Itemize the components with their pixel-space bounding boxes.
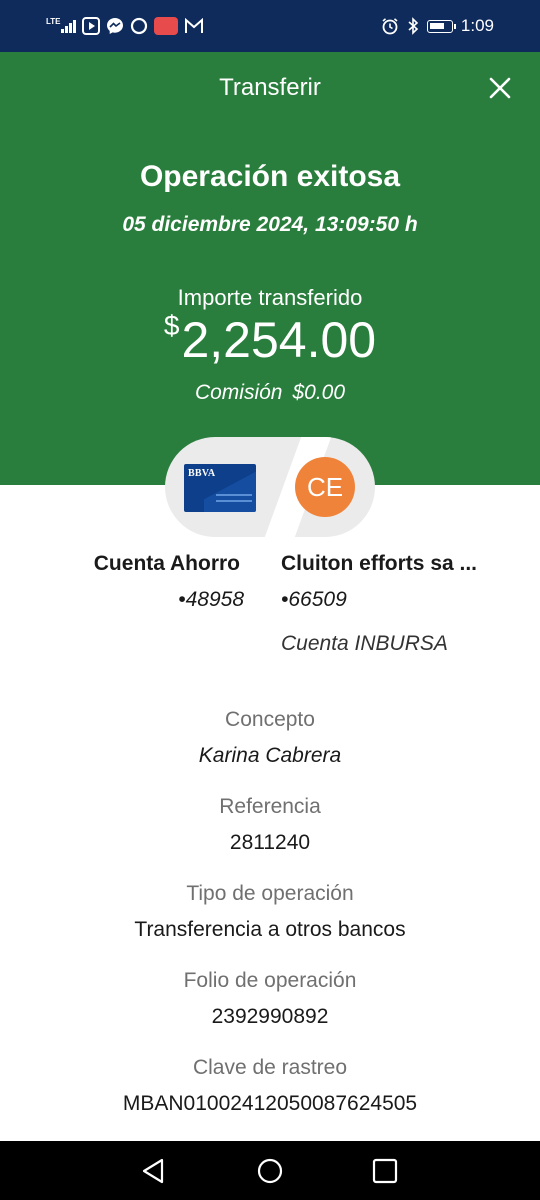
status-right-icons: 1:09	[381, 14, 494, 38]
operation-type-label: Tipo de operación	[186, 882, 354, 905]
back-icon	[142, 1158, 164, 1184]
recents-icon	[372, 1158, 398, 1184]
page-title: Transferir	[219, 74, 321, 101]
battery-icon	[426, 19, 456, 33]
operation-status-title: Operación exitosa	[139, 160, 401, 193]
system-nav-bar	[0, 1141, 540, 1200]
messenger-icon	[106, 17, 124, 35]
commission-label: Comisión	[194, 381, 283, 404]
bank-card-icon: BBVA	[184, 464, 256, 512]
reference-label: Referencia	[219, 795, 321, 818]
success-header: Transferir Operación exitosa 05 diciembr…	[0, 52, 540, 485]
bluetooth-icon	[407, 17, 419, 35]
network-type: LTE	[46, 17, 61, 26]
status-time: 1:09	[460, 16, 494, 35]
signal-icon: LTE	[46, 17, 76, 33]
reference-value: 2811240	[229, 831, 311, 854]
gmail-icon	[184, 18, 204, 34]
commission: Comisión $0.00	[0, 381, 540, 405]
home-icon	[257, 1158, 283, 1184]
source-account-number: •48958	[178, 588, 244, 611]
currency-symbol: $	[163, 310, 180, 341]
folio-label: Folio de operación	[183, 969, 357, 992]
destination-account-name: Cluiton efforts sa ...	[281, 552, 478, 575]
folio-value: 2392990892	[211, 1005, 329, 1028]
play-icon	[81, 17, 100, 35]
concept-label: Concepto	[225, 708, 315, 731]
source-account-name: Cuenta Ahorro	[93, 552, 240, 575]
transferred-amount: $2,254.00	[0, 310, 540, 369]
tracking-key-label: Clave de rastreo	[192, 1056, 348, 1079]
operation-datetime: 05 diciembre 2024, 13:09:50 h	[122, 213, 418, 236]
concept-value: Karina Cabrera	[198, 744, 342, 767]
amount-value: 2,254.00	[181, 312, 377, 368]
status-bar: LTE 1:09	[0, 0, 540, 52]
circle-icon	[130, 17, 148, 35]
tracking-key-value: MBAN01002412050087624505	[122, 1092, 418, 1115]
recipient-avatar: CE	[295, 457, 355, 517]
transfer-pill: BBVA CE	[165, 437, 375, 537]
status-left-icons: LTE	[46, 14, 204, 38]
alarm-icon	[381, 17, 399, 35]
destination-account-number: •66509	[281, 588, 347, 611]
back-button[interactable]	[138, 1155, 170, 1187]
bank-logo: BBVA	[188, 468, 216, 479]
home-button[interactable]	[254, 1155, 286, 1187]
close-button[interactable]	[486, 74, 514, 102]
recents-button[interactable]	[369, 1155, 401, 1187]
app-icon	[153, 17, 178, 35]
close-icon	[489, 77, 511, 99]
destination-account-type: Cuenta INBURSA	[281, 632, 448, 655]
operation-type-value: Transferencia a otros bancos	[134, 918, 406, 941]
amount-label: Importe transferido	[177, 285, 363, 310]
commission-value: $0.00	[292, 381, 346, 404]
